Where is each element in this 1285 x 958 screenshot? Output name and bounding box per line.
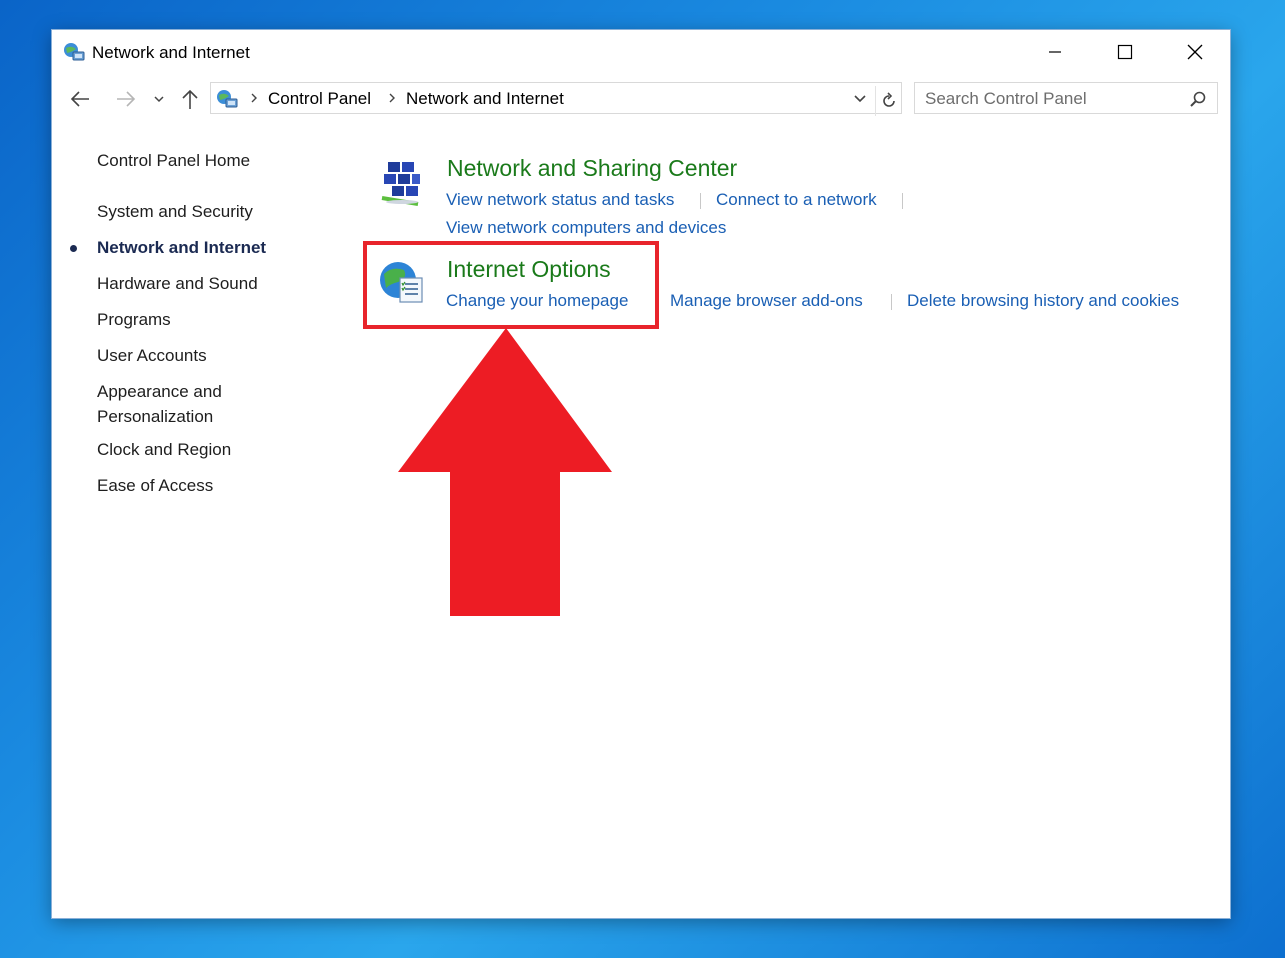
window-title: Network and Internet (92, 43, 250, 62)
sidebar-item-user-accounts[interactable]: User Accounts (97, 343, 207, 368)
chevron-right-icon (251, 93, 257, 103)
annotation-highlight-box (363, 241, 659, 329)
navigation-bar: Control Panel Network and Internet Searc… (52, 80, 1230, 118)
search-box[interactable]: Search Control Panel (914, 82, 1218, 114)
breadcrumb-network-and-internet[interactable]: Network and Internet (406, 89, 564, 109)
delete-browsing-history-link[interactable]: Delete browsing history and cookies (907, 291, 1179, 311)
sidebar-item-hardware-and-sound[interactable]: Hardware and Sound (97, 271, 258, 296)
address-bar[interactable]: Control Panel Network and Internet (210, 82, 902, 116)
active-bullet (70, 245, 77, 252)
chevron-down-icon (154, 96, 164, 103)
refresh-icon (883, 92, 895, 107)
control-panel-window: Network and Internet Control Panel Netwo… (52, 30, 1230, 918)
sidebar-item-ease-of-access[interactable]: Ease of Access (97, 473, 213, 498)
forward-button[interactable] (112, 86, 140, 112)
sidebar-item-appearance-line1[interactable]: Appearance and (97, 379, 222, 404)
link-separator (700, 193, 701, 209)
title-bar: Network and Internet (52, 30, 1230, 74)
sidebar-item-control-panel-home[interactable]: Control Panel Home (97, 148, 250, 173)
sidebar-item-label: Network and Internet (97, 238, 267, 257)
connect-to-network-link[interactable]: Connect to a network (716, 190, 877, 210)
address-dropdown-button[interactable] (849, 89, 871, 109)
link-separator (891, 294, 892, 310)
maximize-button[interactable] (1090, 30, 1160, 74)
network-sharing-icon[interactable] (378, 158, 426, 206)
annotation-up-arrow (398, 328, 612, 616)
search-placeholder: Search Control Panel (925, 89, 1087, 108)
close-button[interactable] (1160, 30, 1230, 74)
network-globe-icon (62, 40, 86, 64)
sidebar-item-programs[interactable]: Programs (97, 307, 171, 332)
forward-arrow-icon (117, 91, 136, 107)
back-arrow-icon (70, 91, 89, 107)
minimize-button[interactable] (1020, 30, 1090, 74)
up-button[interactable] (176, 86, 204, 112)
recent-locations-button[interactable] (148, 86, 170, 112)
control-panel-icon (215, 87, 239, 111)
sidebar-item-clock-and-region[interactable]: Clock and Region (97, 437, 231, 462)
network-sharing-center-title[interactable]: Network and Sharing Center (447, 155, 737, 182)
sidebar-item-network-and-internet: Network and Internet (70, 235, 267, 260)
chevron-right-icon (389, 93, 395, 103)
up-arrow-icon (182, 89, 198, 109)
back-button[interactable] (66, 86, 94, 112)
view-network-computers-link[interactable]: View network computers and devices (446, 218, 726, 238)
sidebar-item-appearance-line2[interactable]: Personalization (97, 404, 213, 429)
view-network-status-link[interactable]: View network status and tasks (446, 190, 674, 210)
refresh-button[interactable] (875, 86, 902, 116)
manage-browser-addons-link[interactable]: Manage browser add-ons (670, 291, 863, 311)
chevron-down-icon (854, 95, 866, 103)
search-icon (1190, 91, 1206, 107)
link-separator (902, 193, 903, 209)
breadcrumb-control-panel[interactable]: Control Panel (268, 89, 371, 109)
sidebar-item-system-and-security[interactable]: System and Security (97, 199, 253, 224)
